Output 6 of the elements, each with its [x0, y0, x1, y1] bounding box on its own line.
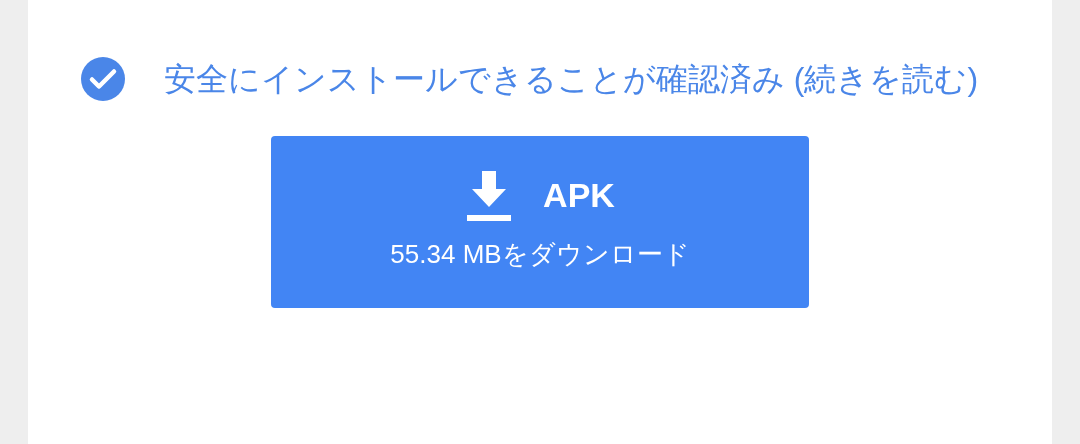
download-button[interactable]: APK 55.34 MBをダウンロード — [271, 136, 809, 308]
verification-link[interactable]: 安全にインストールできることが確認済み (続きを読む) — [156, 36, 986, 122]
check-circle-icon — [80, 56, 126, 102]
download-icon — [465, 170, 514, 221]
button-subtitle: 55.34 MBをダウンロード — [390, 238, 690, 271]
button-title: APK — [543, 175, 615, 216]
